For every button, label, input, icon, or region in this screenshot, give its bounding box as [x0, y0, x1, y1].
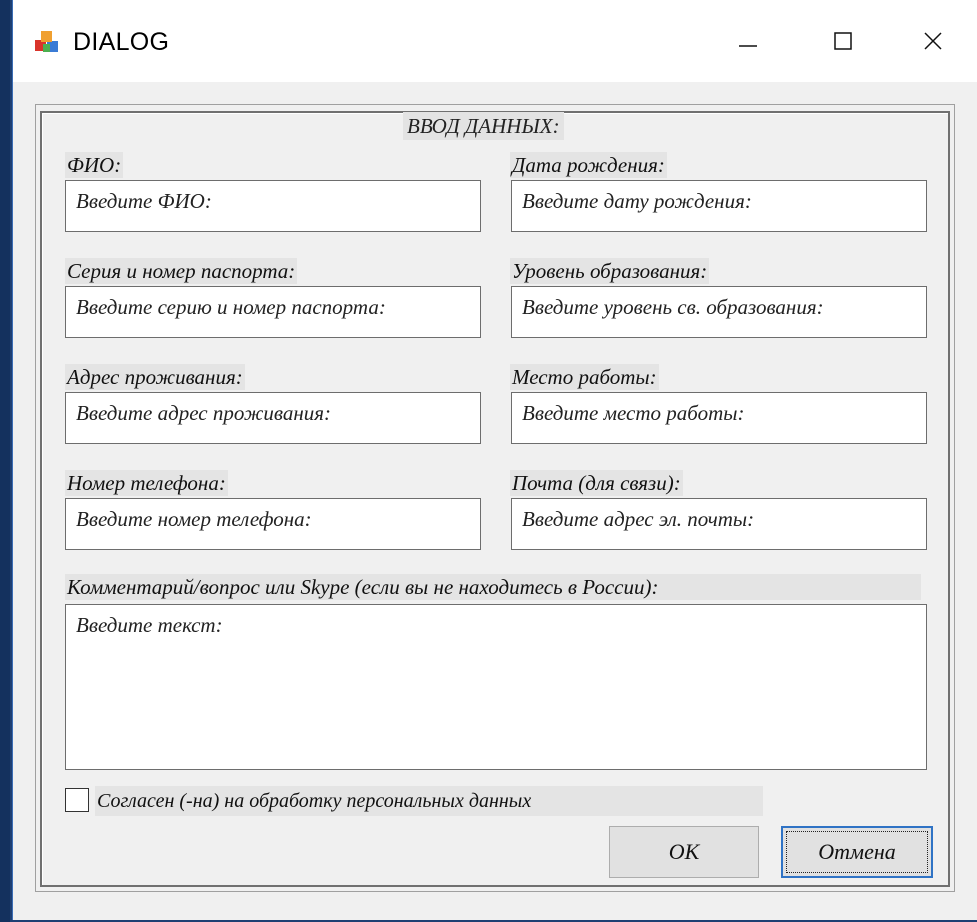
- workplace-field[interactable]: Введите место работы:: [511, 392, 927, 444]
- consent-checkbox[interactable]: [65, 788, 89, 812]
- maximize-icon: [834, 32, 852, 50]
- app-cubes-icon: [33, 28, 61, 56]
- email-label: Почта (для связи):: [510, 470, 683, 496]
- cancel-button[interactable]: Отмена: [781, 826, 933, 878]
- ok-button[interactable]: OK: [609, 826, 759, 878]
- desktop-background: [0, 0, 10, 922]
- birth-date-field[interactable]: Введите дату рождения:: [511, 180, 927, 232]
- passport-field[interactable]: Введите серию и номер паспорта:: [65, 286, 481, 338]
- address-field[interactable]: Введите адрес проживания:: [65, 392, 481, 444]
- address-label: Адрес проживания:: [65, 364, 245, 390]
- dialog-client-area: ВВОД ДАННЫХ: ФИО: Введите ФИО: Дата рожд…: [13, 82, 977, 920]
- email-field[interactable]: Введите адрес эл. почты:: [511, 498, 927, 550]
- window-title: DIALOG: [73, 28, 170, 56]
- minimize-icon: [739, 45, 757, 47]
- consent-label[interactable]: Согласен (-на) на обработку персональных…: [95, 786, 763, 816]
- close-icon: [924, 32, 942, 50]
- education-label: Уровень образования:: [510, 258, 710, 284]
- comment-textarea[interactable]: Введите текст:: [65, 604, 927, 770]
- groupbox-title: ВВОД ДАННЫХ:: [403, 112, 564, 140]
- phone-label: Номер телефона:: [65, 470, 228, 496]
- comment-label: Комментарий/вопрос или Skype (если вы не…: [65, 574, 921, 600]
- dialog-window: DIALOG ВВОД ДАННЫХ: ФИО: Введите ФИО: Да…: [12, 0, 977, 920]
- workplace-label: Место работы:: [510, 364, 659, 390]
- close-button[interactable]: [888, 0, 977, 82]
- phone-field[interactable]: Введите номер телефона:: [65, 498, 481, 550]
- title-bar[interactable]: DIALOG: [13, 0, 977, 82]
- education-field[interactable]: Введите уровень св. образования:: [511, 286, 927, 338]
- minimize-button[interactable]: [703, 0, 793, 82]
- maximize-button[interactable]: [798, 0, 888, 82]
- passport-label: Серия и номер паспорта:: [65, 258, 298, 284]
- fio-label: ФИО:: [65, 152, 124, 178]
- birth-date-label: Дата рождения:: [510, 152, 667, 178]
- fio-field[interactable]: Введите ФИО:: [65, 180, 481, 232]
